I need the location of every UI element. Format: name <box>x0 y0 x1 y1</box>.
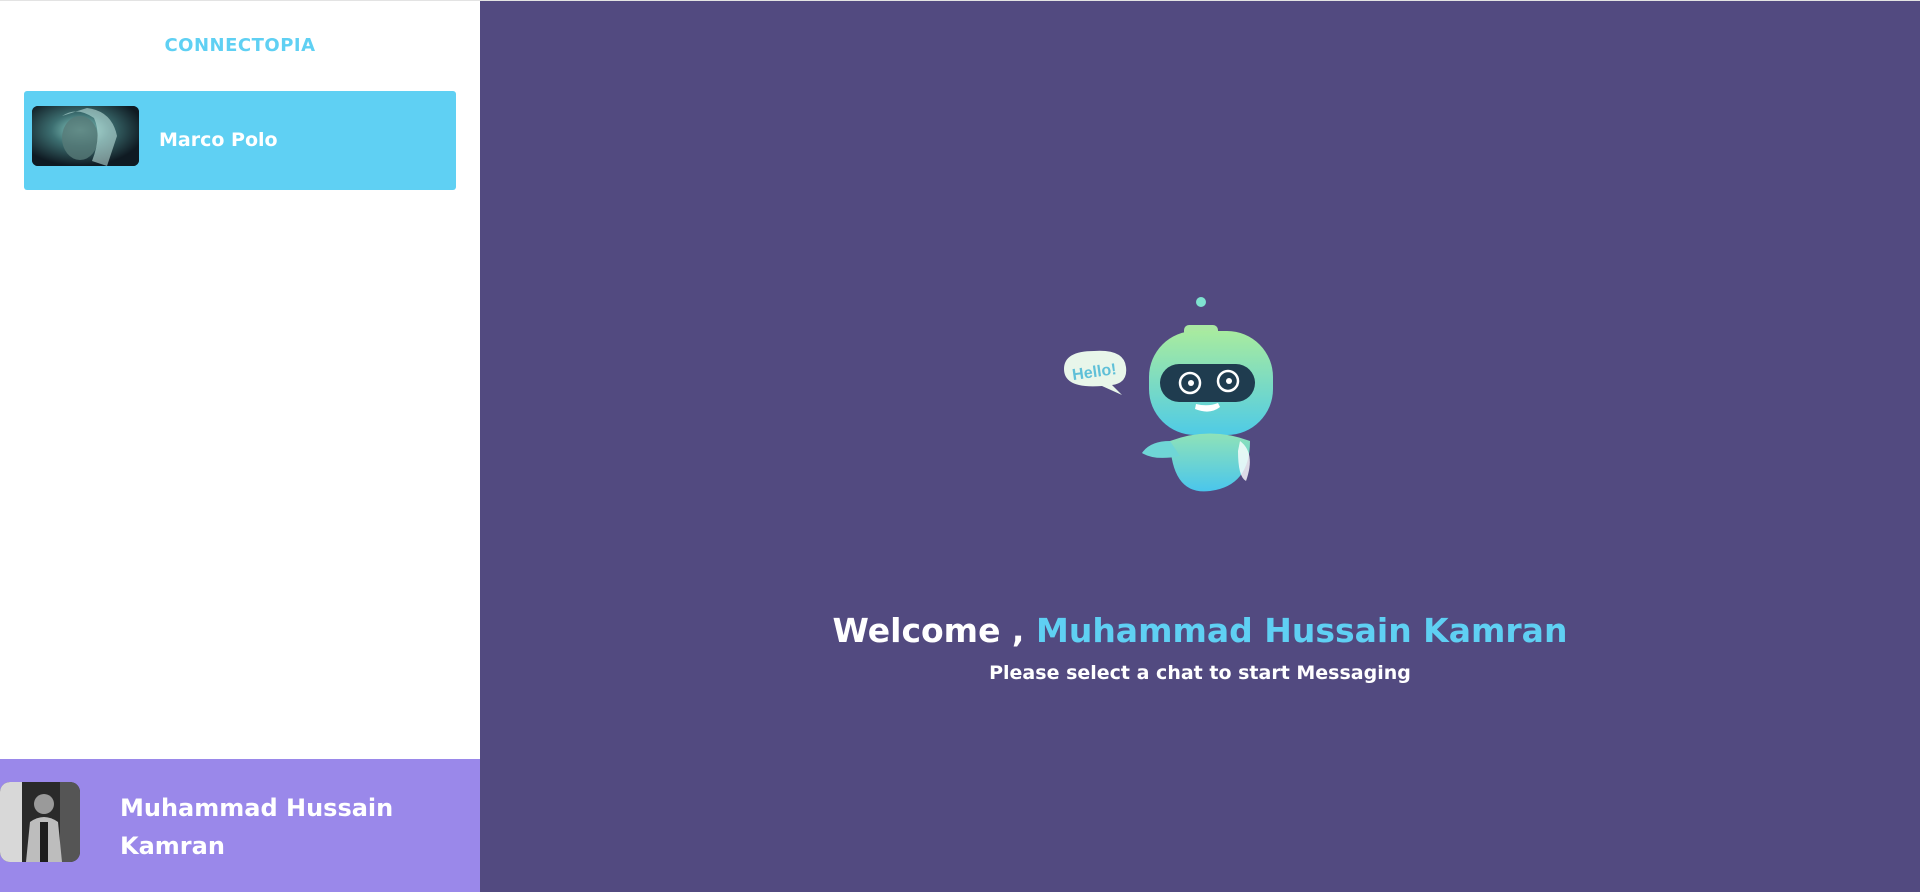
robot-icon: Hello! <box>1064 297 1273 492</box>
welcome-heading: Welcome , Muhammad Hussain Kamran <box>480 611 1920 650</box>
main-panel: Hello! Welcome , Muhammad Hussain Kamran… <box>480 0 1920 892</box>
current-user-avatar <box>0 782 80 862</box>
current-user-bar[interactable]: Muhammad Hussain Kamran <box>0 759 480 892</box>
app-root: CONNECTOPIA Marco Polo Muhammad Hussain … <box>0 0 1920 892</box>
avatar-image <box>32 106 139 166</box>
welcome-prefix: Welcome , <box>832 611 1025 650</box>
brand-title: CONNECTOPIA <box>164 35 316 56</box>
current-user-name: Muhammad Hussain Kamran <box>120 794 394 860</box>
contact-avatar <box>32 106 139 166</box>
robot-illustration: Hello! <box>1060 291 1280 501</box>
avatar-image <box>0 782 80 862</box>
contact-name: Marco Polo <box>159 129 278 151</box>
contact-item-marco-polo[interactable]: Marco Polo <box>24 91 456 190</box>
contact-list: Marco Polo <box>24 91 456 190</box>
welcome-subtitle: Please select a chat to start Messaging <box>989 662 1411 684</box>
sidebar: CONNECTOPIA Marco Polo Muhammad Hussain … <box>0 0 480 892</box>
welcome-user-name: Muhammad Hussain Kamran <box>1035 611 1568 650</box>
